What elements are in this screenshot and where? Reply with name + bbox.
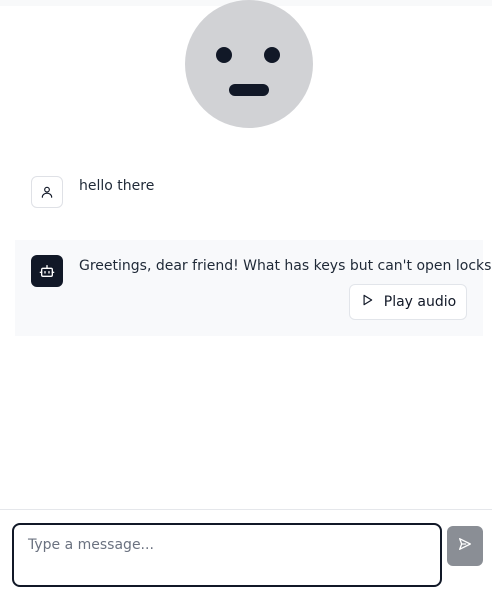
mouth xyxy=(229,84,269,96)
send-button[interactable] xyxy=(447,526,483,566)
user-message-text: hello there xyxy=(79,178,155,194)
play-audio-button[interactable]: Play audio xyxy=(349,284,467,320)
send-icon xyxy=(457,536,473,556)
right-eye xyxy=(264,47,280,63)
user-icon xyxy=(31,176,63,208)
assistant-message-text: Greetings, dear friend! What has keys bu… xyxy=(79,258,492,274)
play-icon xyxy=(360,293,374,311)
assistant-message: Greetings, dear friend! What has keys bu… xyxy=(15,240,492,336)
chat-page: hello there Greetings, dear friend! What… xyxy=(0,0,492,596)
assistant-face-avatar xyxy=(185,0,313,128)
play-audio-label: Play audio xyxy=(383,294,457,310)
bot-icon xyxy=(31,255,63,287)
user-message: hello there xyxy=(15,162,483,224)
composer-divider xyxy=(0,509,492,510)
message-input[interactable] xyxy=(12,523,442,587)
left-eye xyxy=(216,47,232,63)
